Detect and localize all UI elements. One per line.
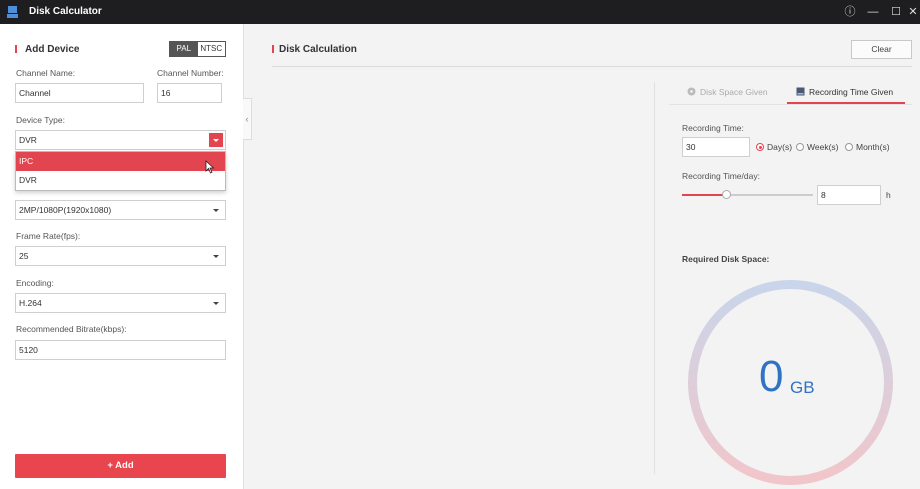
unit-months-label: Month(s) xyxy=(856,142,890,152)
disk-icon xyxy=(687,87,696,96)
maximize-icon[interactable]: ☐ xyxy=(887,3,905,21)
unit-weeks-radio[interactable] xyxy=(796,143,804,151)
resolution-select[interactable]: 2MP/1080P(1920x1080) xyxy=(15,200,226,220)
chevron-down-icon xyxy=(213,209,219,212)
required-disk-space-value: 0 xyxy=(759,352,784,401)
slider-handle[interactable] xyxy=(722,190,731,199)
tab-disk-space-given[interactable]: Disk Space Given xyxy=(687,84,768,104)
disk-calculation-title: Disk Calculation xyxy=(279,44,357,55)
clear-button[interactable]: Clear xyxy=(851,40,912,59)
unit-weeks-label: Week(s) xyxy=(807,142,839,152)
divider xyxy=(272,66,912,67)
info-icon[interactable]: ⓘ xyxy=(841,3,859,21)
title-bar: Disk Calculator ⓘ — ☐ ✕ xyxy=(0,0,920,24)
encoding-value: H.264 xyxy=(19,298,42,308)
ntsc-option[interactable]: NTSC xyxy=(197,42,225,56)
unit-months-radio[interactable] xyxy=(845,143,853,151)
bitrate-label: Recommended Bitrate(kbps): xyxy=(16,324,127,334)
unit-days-label: Day(s) xyxy=(767,142,793,152)
dropdown-option-ipc[interactable]: IPC xyxy=(16,152,225,171)
required-disk-space-unit: GB xyxy=(790,378,815,397)
pal-option[interactable]: PAL xyxy=(170,42,198,56)
unit-days-radio[interactable] xyxy=(756,143,764,151)
chevron-down-icon xyxy=(213,255,219,258)
hours-per-day-input[interactable]: 8 xyxy=(817,185,881,205)
slider-fill xyxy=(682,194,726,196)
frame-rate-value: 25 xyxy=(19,251,29,261)
section-marker xyxy=(15,45,17,53)
video-standard-toggle: PAL NTSC xyxy=(169,41,226,57)
recording-hours-slider[interactable] xyxy=(682,194,813,196)
bitrate-input[interactable]: 5120 xyxy=(15,340,226,360)
device-type-select[interactable]: DVR xyxy=(15,130,226,150)
device-type-dropdown: IPC DVR xyxy=(15,151,226,191)
channel-name-input[interactable]: Channel xyxy=(15,83,144,103)
dropdown-option-dvr[interactable]: DVR xyxy=(16,171,225,190)
tab-label: Recording Time Given xyxy=(809,87,894,97)
hard-drive-icon xyxy=(796,87,805,96)
recording-time-label: Recording Time: xyxy=(682,123,744,133)
channel-number-label: Channel Number: xyxy=(157,68,224,78)
window-title: Disk Calculator xyxy=(29,6,102,17)
divider xyxy=(654,82,655,474)
tab-label: Disk Space Given xyxy=(700,87,768,97)
minimize-icon[interactable]: — xyxy=(864,3,882,21)
channel-name-label: Channel Name: xyxy=(16,68,76,78)
close-icon[interactable]: ✕ xyxy=(904,3,920,21)
channel-number-input[interactable]: 16 xyxy=(157,83,222,103)
encoding-label: Encoding: xyxy=(16,278,54,288)
encoding-select[interactable]: H.264 xyxy=(15,293,226,313)
active-tab-indicator xyxy=(787,102,905,104)
tab-recording-time-given[interactable]: Recording Time Given xyxy=(796,84,893,104)
tabs-underline xyxy=(669,104,912,105)
app-icon xyxy=(7,6,18,18)
collapse-panel-handle[interactable]: ‹ xyxy=(243,98,252,140)
section-marker xyxy=(272,45,274,53)
add-device-button[interactable]: + Add xyxy=(15,454,226,478)
recording-time-per-day-label: Recording Time/day: xyxy=(682,171,760,181)
mouse-cursor-icon xyxy=(205,160,215,174)
resolution-value: 2MP/1080P(1920x1080) xyxy=(19,205,112,215)
device-type-value: DVR xyxy=(19,135,37,145)
add-device-title: Add Device xyxy=(25,44,80,55)
recording-time-input[interactable]: 30 xyxy=(682,137,750,157)
frame-rate-label: Frame Rate(fps): xyxy=(16,231,81,241)
frame-rate-select[interactable]: 25 xyxy=(15,246,226,266)
required-disk-space-label: Required Disk Space: xyxy=(682,254,770,264)
hours-unit-label: h xyxy=(886,190,891,200)
chevron-down-icon[interactable] xyxy=(209,133,223,147)
device-type-label: Device Type: xyxy=(16,115,65,125)
chevron-down-icon xyxy=(213,302,219,305)
